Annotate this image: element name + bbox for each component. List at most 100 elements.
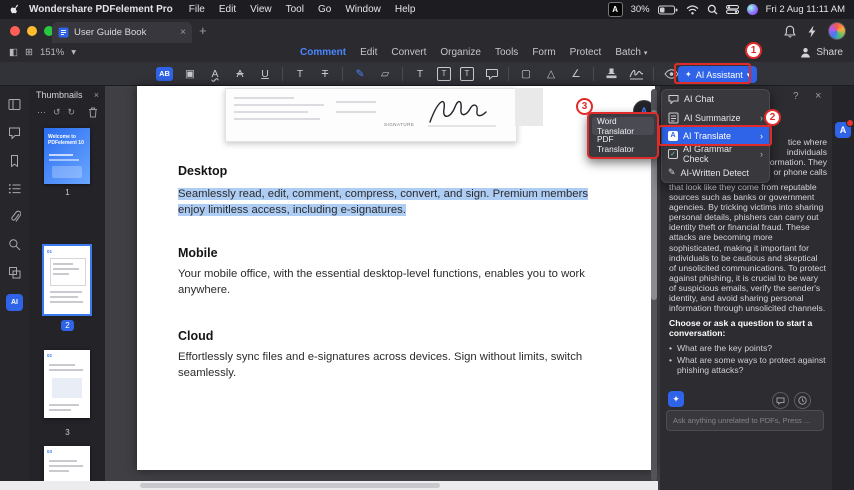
more-options-icon[interactable]: ⋯ — [37, 107, 46, 118]
rotate-left-icon[interactable]: ↺ — [53, 107, 61, 118]
page-thumbnail-2[interactable]: 01 — [42, 244, 92, 316]
tab-comment[interactable]: Comment — [300, 47, 346, 58]
tab-convert[interactable]: Convert — [391, 47, 426, 58]
horizontal-scrollbar-thumb[interactable] — [140, 483, 440, 488]
close-panel-icon[interactable]: × — [94, 90, 99, 100]
thumbnails-panel: Thumbnails × ⋯ ↺ ↻ Welcome to PDFelement… — [30, 86, 105, 490]
ai-logo-badge[interactable]: ✦ — [668, 391, 684, 407]
text-box-icon[interactable]: T — [437, 66, 451, 81]
control-center-icon[interactable] — [725, 5, 739, 14]
rotate-right-icon[interactable]: ↻ — [68, 107, 76, 118]
underline-icon[interactable]: U — [257, 66, 273, 82]
menu-item-word-translator[interactable]: Word Translator — [592, 116, 654, 136]
macos-menu-bar: Wondershare PDFelement Pro File Edit Vie… — [0, 0, 854, 19]
toolbar-divider — [653, 66, 654, 81]
tab-edit[interactable]: Edit — [360, 47, 377, 58]
menu-edit[interactable]: Edit — [219, 4, 236, 15]
minimize-window-button[interactable] — [27, 26, 37, 36]
area-highlight-icon[interactable]: ▣ — [182, 66, 198, 82]
document-tab-icon — [58, 27, 69, 38]
bookmarks-panel-icon[interactable] — [8, 154, 21, 167]
text-comment-icon[interactable]: T — [412, 66, 428, 82]
page-number-1: 1 — [65, 188, 70, 197]
new-tab-button[interactable]: + — [199, 23, 207, 38]
share-button[interactable]: Share — [800, 43, 843, 62]
wifi-icon[interactable] — [686, 4, 699, 15]
comments-panel-icon[interactable] — [8, 126, 21, 139]
layers-panel-icon[interactable] — [8, 266, 21, 279]
chat-history-icon[interactable] — [772, 392, 789, 409]
menu-item-label: AI Grammar Check — [683, 144, 733, 165]
upgrade-bolt-icon[interactable] — [807, 25, 817, 38]
close-window-button[interactable] — [10, 26, 20, 36]
menu-help[interactable]: Help — [395, 4, 416, 15]
share-person-icon — [800, 47, 811, 58]
handwritten-signature — [424, 94, 502, 132]
menu-file[interactable]: File — [189, 4, 205, 15]
replace-text-icon[interactable]: T — [317, 66, 333, 82]
document-tab-title: User Guide Book — [74, 27, 147, 38]
signature-icon[interactable] — [628, 66, 644, 82]
sidebar-toggle-icon[interactable]: ◧ — [9, 47, 18, 58]
outline-panel-icon[interactable] — [8, 182, 21, 195]
callout-icon[interactable]: T — [460, 66, 474, 81]
ai-chat-input[interactable] — [666, 410, 824, 431]
tab-close-icon[interactable]: × — [180, 27, 186, 38]
tab-form[interactable]: Form — [532, 47, 555, 58]
menu-item-pdf-translator[interactable]: PDF Translator — [592, 134, 654, 154]
menu-item-ai-written-detect[interactable]: ✎ AI-Written Detect — [662, 164, 769, 182]
battery-icon[interactable] — [657, 5, 678, 15]
toolbar-divider — [282, 66, 283, 81]
tab-batch[interactable]: Batch ▾ — [615, 47, 647, 58]
page-thumbnail-1[interactable]: Welcome to PDFelement 10 — [44, 128, 90, 184]
shape-polygon-icon[interactable]: △ — [543, 66, 559, 82]
ai-response-text: that look like they come from reputable … — [669, 182, 826, 314]
search-icon[interactable] — [707, 4, 718, 15]
ai-panel-icon[interactable]: AI — [6, 294, 23, 311]
highlight-icon[interactable]: AB — [156, 66, 173, 81]
delete-page-icon[interactable] — [88, 107, 98, 118]
page-thumbnail-3[interactable]: 02 — [44, 350, 90, 418]
sticky-note-icon[interactable] — [483, 66, 499, 82]
chevron-down-icon[interactable]: ▾ — [71, 47, 76, 58]
submenu-arrow-icon: › — [760, 112, 763, 123]
menu-clock[interactable]: Fri 2 Aug 11:11 AM — [766, 4, 845, 15]
tab-organize[interactable]: Organize — [440, 47, 481, 58]
attachments-panel-icon[interactable] — [8, 210, 21, 223]
menu-go[interactable]: Go — [318, 4, 331, 15]
search-panel-icon[interactable] — [8, 238, 21, 251]
image-fragment — [515, 88, 543, 126]
menu-item-ai-grammar-check[interactable]: ✓ AI Grammar Check › — [662, 144, 769, 165]
menu-item-ai-chat[interactable]: AI Chat — [662, 90, 769, 108]
close-panel-icon[interactable]: × — [815, 90, 821, 102]
menu-window[interactable]: Window — [345, 4, 381, 15]
thumbnails-panel-icon[interactable] — [8, 98, 21, 111]
measure-icon[interactable]: ∠ — [568, 66, 584, 82]
notifications-bell-icon[interactable] — [784, 25, 796, 38]
menu-tool[interactable]: Tool — [286, 4, 304, 15]
eraser-icon[interactable]: ▱ — [377, 66, 393, 82]
document-tab[interactable]: User Guide Book × — [52, 22, 192, 43]
shape-rect-icon[interactable]: ▢ — [518, 66, 534, 82]
pencil-icon[interactable]: ✎ — [352, 66, 368, 82]
help-icon[interactable]: ? — [793, 91, 799, 102]
stamp-icon[interactable] — [603, 66, 619, 82]
account-avatar[interactable] — [828, 22, 846, 40]
annotation-rect-ai-assistant — [674, 63, 751, 84]
insert-text-icon[interactable]: T — [292, 66, 308, 82]
suggestion-protect-phishing[interactable]: What are some ways to protect against ph… — [669, 355, 826, 375]
squiggly-underline-icon[interactable]: A — [207, 66, 223, 82]
zoom-level[interactable]: 151% — [40, 47, 64, 58]
history-clock-icon[interactable] — [794, 392, 811, 409]
section-heading-mobile: Mobile — [178, 246, 218, 260]
capture-badge-icon[interactable]: A — [607, 2, 623, 17]
apple-menu-icon[interactable] — [10, 3, 21, 16]
tab-protect[interactable]: Protect — [570, 47, 602, 58]
annotation-step-2: 2 — [764, 109, 781, 126]
page-grid-icon[interactable]: ⊞ — [25, 47, 33, 58]
tab-tools[interactable]: Tools — [495, 47, 518, 58]
suggestion-key-points[interactable]: What are the key points? — [669, 343, 826, 353]
siri-icon[interactable] — [746, 4, 758, 15]
menu-view[interactable]: View — [250, 4, 272, 15]
strikethrough-icon[interactable]: A — [232, 66, 248, 82]
